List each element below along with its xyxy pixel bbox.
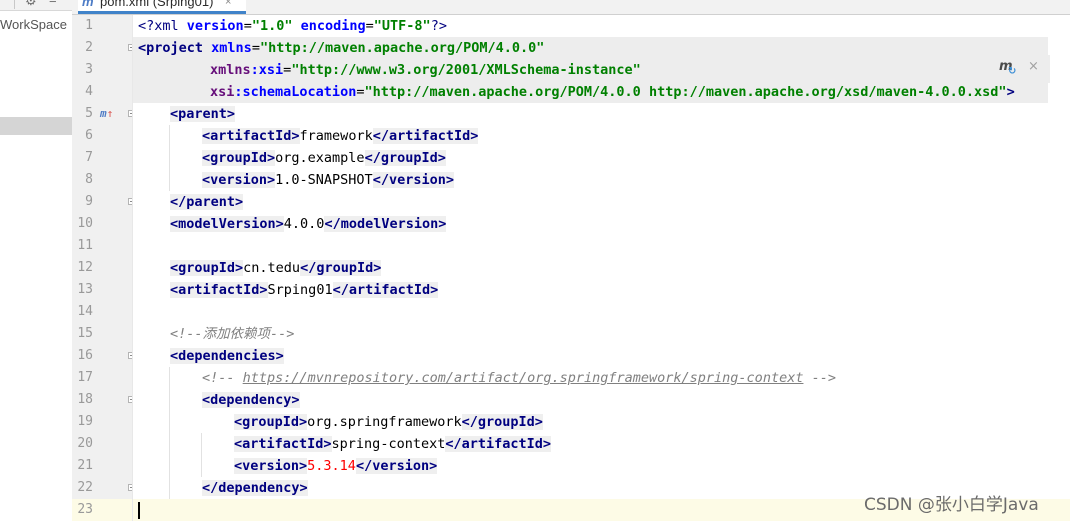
gutter-line: 14 bbox=[72, 301, 132, 323]
code-line-10: <modelVersion>4.0.0</modelVersion> bbox=[170, 216, 447, 232]
line-number: 7 bbox=[85, 150, 93, 165]
code-line-1: <?xml version="1.0" encoding="UTF-8"?> bbox=[138, 18, 447, 34]
comment-link[interactable]: https://mvnrepository.com/artifact/org.s… bbox=[243, 370, 804, 386]
editor-tab-bar: m pom.xml (Srping01) × bbox=[72, 0, 1070, 15]
gutter-line: 5 m↑ bbox=[72, 103, 135, 125]
minus-icon[interactable]: − bbox=[49, 0, 57, 9]
line-number: 20 bbox=[77, 436, 93, 451]
tab-pom-xml[interactable]: m pom.xml (Srping01) × bbox=[78, 0, 246, 14]
line-number: 2 bbox=[85, 40, 93, 55]
line-number: 16 bbox=[77, 348, 93, 363]
line-number: 11 bbox=[77, 238, 93, 253]
code-line-2: <project xmlns="http://maven.apache.org/… bbox=[138, 40, 545, 56]
code-line-6: <artifactId>framework</artifactId> bbox=[202, 128, 479, 144]
line-number: 8 bbox=[85, 172, 93, 187]
gutter-line: 7 bbox=[72, 147, 132, 169]
gutter-line: 12 bbox=[72, 257, 132, 279]
maven-file-icon: m bbox=[82, 0, 94, 9]
line-number: 13 bbox=[77, 282, 93, 297]
line-number: 15 bbox=[77, 326, 93, 341]
maven-reload-popup: m ↻ × bbox=[990, 55, 1050, 83]
code-line-20: <artifactId>spring-context</artifactId> bbox=[234, 436, 552, 452]
maven-parent-icon[interactable]: m↑ bbox=[100, 103, 113, 125]
code-editor[interactable]: <?xml version="1.0" encoding="UTF-8"?> <… bbox=[133, 15, 1070, 521]
gutter-line: 10 bbox=[72, 213, 132, 235]
gutter-line: 2 bbox=[72, 37, 135, 59]
project-tree-item-workspace[interactable]: WorkSpace bbox=[0, 17, 67, 32]
tab-label: pom.xml (Srping01) bbox=[100, 0, 214, 9]
watermark: CSDN @张小白学Java bbox=[864, 495, 1039, 515]
code-line-7: <groupId>org.example</groupId> bbox=[202, 150, 446, 166]
code-line-3: xmlns:xsi="http://www.w3.org/2001/XMLSch… bbox=[210, 62, 641, 78]
refresh-icon: ↻ bbox=[1008, 66, 1017, 77]
project-tree-selected-row[interactable] bbox=[0, 117, 72, 135]
gutter-line: 19 bbox=[72, 411, 132, 433]
gutter-line: 8 bbox=[72, 169, 132, 191]
line-number: 19 bbox=[77, 414, 93, 429]
ide-window: ⚙ − WorkSpace m pom.xml (Srping01) × 1 2… bbox=[0, 0, 1070, 521]
gutter-line: 21 bbox=[72, 455, 132, 477]
project-toolbar: ⚙ − bbox=[0, 0, 72, 11]
line-number: 5 bbox=[85, 106, 93, 121]
gutter-line: 22 bbox=[72, 477, 135, 499]
line-number: 10 bbox=[77, 216, 93, 231]
gutter-line: 6 bbox=[72, 125, 132, 147]
gutter-line: 4 bbox=[72, 81, 132, 103]
gutter-line-current: 23 bbox=[72, 499, 132, 521]
code-line-5: <parent> bbox=[170, 106, 236, 122]
code-line-17: <!-- https://mvnrepository.com/artifact/… bbox=[202, 370, 836, 386]
line-number: 4 bbox=[85, 84, 93, 99]
line-number: 9 bbox=[85, 194, 93, 209]
line-number-gutter: 1 2 3 4 5 m↑ 6 7 8 9 10 11 12 13 14 15 16… bbox=[72, 15, 135, 521]
maven-reload-icon[interactable]: m ↻ bbox=[999, 59, 1017, 77]
code-line-8: <version>1.0-SNAPSHOT</version> bbox=[202, 172, 454, 188]
line-number: 14 bbox=[77, 304, 93, 319]
line-number: 23 bbox=[77, 502, 93, 517]
gutter-line: 13 bbox=[72, 279, 132, 301]
gutter-line: 9 bbox=[72, 191, 135, 213]
close-icon[interactable]: × bbox=[1028, 59, 1039, 74]
line-number: 21 bbox=[77, 458, 93, 473]
gutter-line: 16 bbox=[72, 345, 135, 367]
gutter-line: 17 bbox=[72, 367, 132, 389]
code-line-9: </parent> bbox=[170, 194, 244, 210]
code-line-13: <artifactId>Srping01</artifactId> bbox=[170, 282, 439, 298]
code-line-21: <version>5.3.14</version> bbox=[234, 458, 438, 474]
gutter-line: 15 bbox=[72, 323, 132, 345]
code-line-15: <!--添加依赖项--> bbox=[170, 326, 295, 342]
line-number: 6 bbox=[85, 128, 93, 143]
line-number: 3 bbox=[85, 62, 93, 77]
line-number: 12 bbox=[77, 260, 93, 275]
gutter-line: 3 bbox=[72, 59, 132, 81]
close-icon[interactable]: × bbox=[225, 0, 231, 9]
gear-icon[interactable]: ⚙ bbox=[25, 0, 37, 8]
code-line-18: <dependency> bbox=[202, 392, 300, 408]
line-number: 18 bbox=[77, 392, 93, 407]
code-line-12: <groupId>cn.tedu</groupId> bbox=[170, 260, 382, 276]
text-caret bbox=[138, 502, 140, 519]
arrow-up-icon: ↑ bbox=[106, 107, 114, 120]
code-line-19: <groupId>org.springframework</groupId> bbox=[234, 414, 543, 430]
gutter-line: 20 bbox=[72, 433, 132, 455]
gutter-line: 11 bbox=[72, 235, 132, 257]
line-number: 22 bbox=[77, 480, 93, 495]
code-line-16: <dependencies> bbox=[170, 348, 284, 364]
line-number: 17 bbox=[77, 370, 93, 385]
gutter-line: 1 bbox=[72, 15, 132, 37]
toolbar-separator bbox=[14, 0, 15, 9]
code-line-4: xsi:schemaLocation="http://maven.apache.… bbox=[210, 84, 1015, 100]
gutter-line: 18 bbox=[72, 389, 135, 411]
line-number: 1 bbox=[85, 18, 93, 33]
